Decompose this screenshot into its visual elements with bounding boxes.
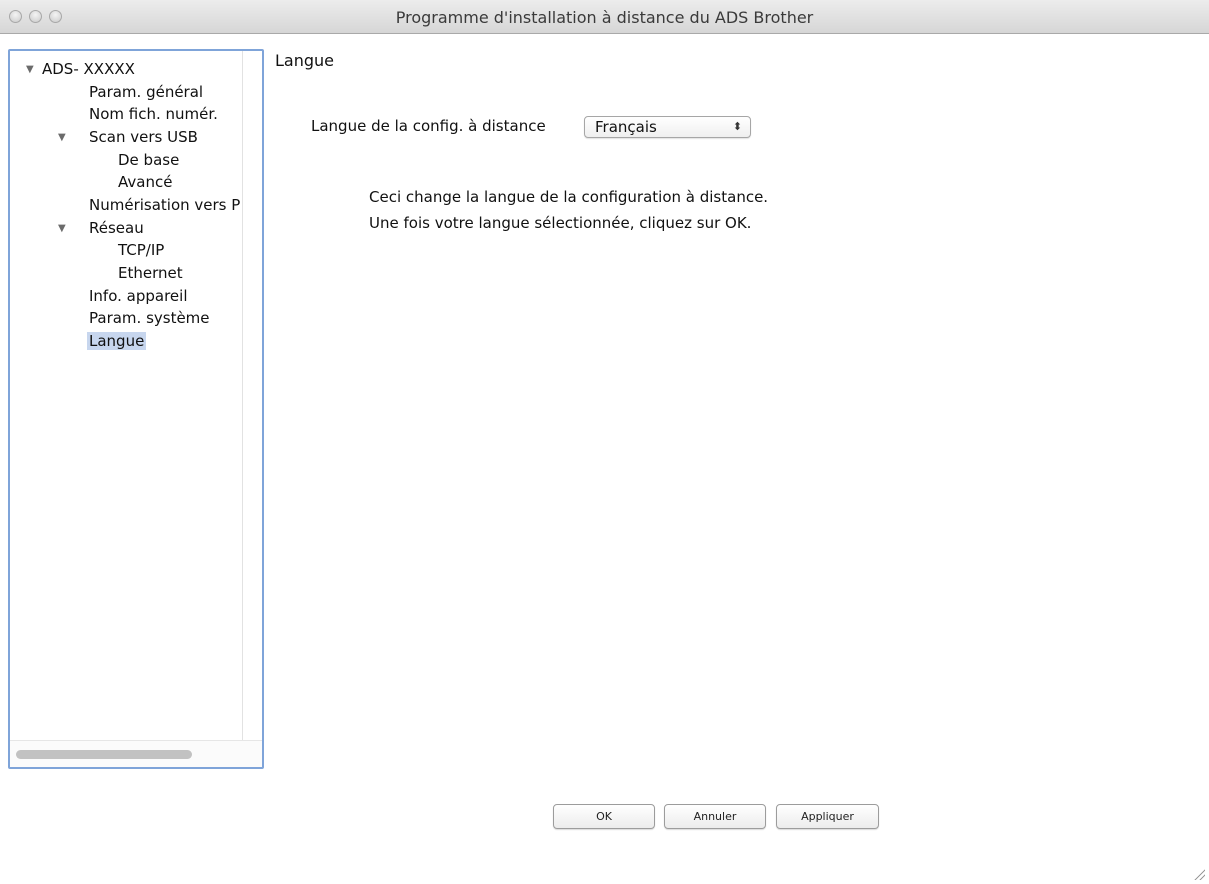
tree-item-reseau[interactable]: ▼ Réseau xyxy=(58,218,144,238)
language-select[interactable]: Français ⬍ xyxy=(584,116,751,138)
tree-item-label: TCP/IP xyxy=(118,241,165,259)
horizontal-scrollbar[interactable] xyxy=(10,740,262,767)
tree-item-param-general[interactable]: Param. général xyxy=(89,82,203,102)
tree-item-avance[interactable]: Avancé xyxy=(118,172,172,192)
tree-item-label: Réseau xyxy=(89,219,144,237)
tree-item-info-appareil[interactable]: Info. appareil xyxy=(89,286,188,306)
tree-item-label: Param. général xyxy=(89,83,204,101)
tree-item-de-base[interactable]: De base xyxy=(118,150,179,170)
disclosure-triangle-icon[interactable]: ▼ xyxy=(26,60,34,80)
tree-item-ethernet[interactable]: Ethernet xyxy=(118,263,183,283)
tree-item-label: ADS- XXXXX xyxy=(42,60,135,78)
tree-item-scan-vers-usb[interactable]: ▼ Scan vers USB xyxy=(58,127,198,147)
tree-item-param-systeme[interactable]: Param. système xyxy=(89,308,210,328)
disclosure-triangle-icon[interactable]: ▼ xyxy=(58,128,66,148)
tree-item-label: Nom fich. numér. xyxy=(89,105,218,123)
tree-item-label: Ethernet xyxy=(118,264,183,282)
tree-item-langue[interactable]: Langue xyxy=(87,331,147,351)
tree-item-label: De base xyxy=(118,151,180,169)
tree-item-tcp-ip[interactable]: TCP/IP xyxy=(118,240,164,260)
settings-tree-panel[interactable]: ▼ ADS- XXXXX Param. général Nom fich. nu… xyxy=(8,49,264,769)
language-select-value: Français xyxy=(595,118,657,136)
tree-item-label: Param. système xyxy=(89,309,210,327)
window-title: Programme d'installation à distance du A… xyxy=(395,8,814,27)
description-line-1: Ceci change la langue de la configuratio… xyxy=(369,188,769,206)
language-setting-label: Langue de la config. à distance xyxy=(311,117,546,135)
disclosure-triangle-icon[interactable]: ▼ xyxy=(58,219,66,239)
tree-item-label: Scan vers USB xyxy=(89,128,198,146)
settings-tree: ▼ ADS- XXXXX Param. général Nom fich. nu… xyxy=(10,51,243,741)
tree-item-ads-xxxxx[interactable]: ▼ ADS- XXXXX xyxy=(26,59,135,79)
tree-item-label: Avancé xyxy=(118,173,173,191)
cancel-button[interactable]: Annuler xyxy=(664,804,766,829)
resize-grip-icon[interactable] xyxy=(1193,868,1205,880)
tree-item-numerisation-vers[interactable]: Numérisation vers P xyxy=(89,195,240,215)
scrollbar-thumb[interactable] xyxy=(16,750,192,759)
description-line-2: Une fois votre langue sélectionnée, cliq… xyxy=(369,214,752,232)
ok-button[interactable]: OK xyxy=(553,804,655,829)
tree-item-label: Info. appareil xyxy=(89,287,188,305)
tree-item-label: Langue xyxy=(87,332,147,350)
up-down-arrows-icon: ⬍ xyxy=(732,120,742,133)
title-bar: Programme d'installation à distance du A… xyxy=(0,0,1209,34)
apply-button[interactable]: Appliquer xyxy=(776,804,879,829)
tree-item-label: Numérisation vers P xyxy=(89,196,241,214)
page-title: Langue xyxy=(275,51,334,70)
tree-item-nom-fich-numer[interactable]: Nom fich. numér. xyxy=(89,104,218,124)
